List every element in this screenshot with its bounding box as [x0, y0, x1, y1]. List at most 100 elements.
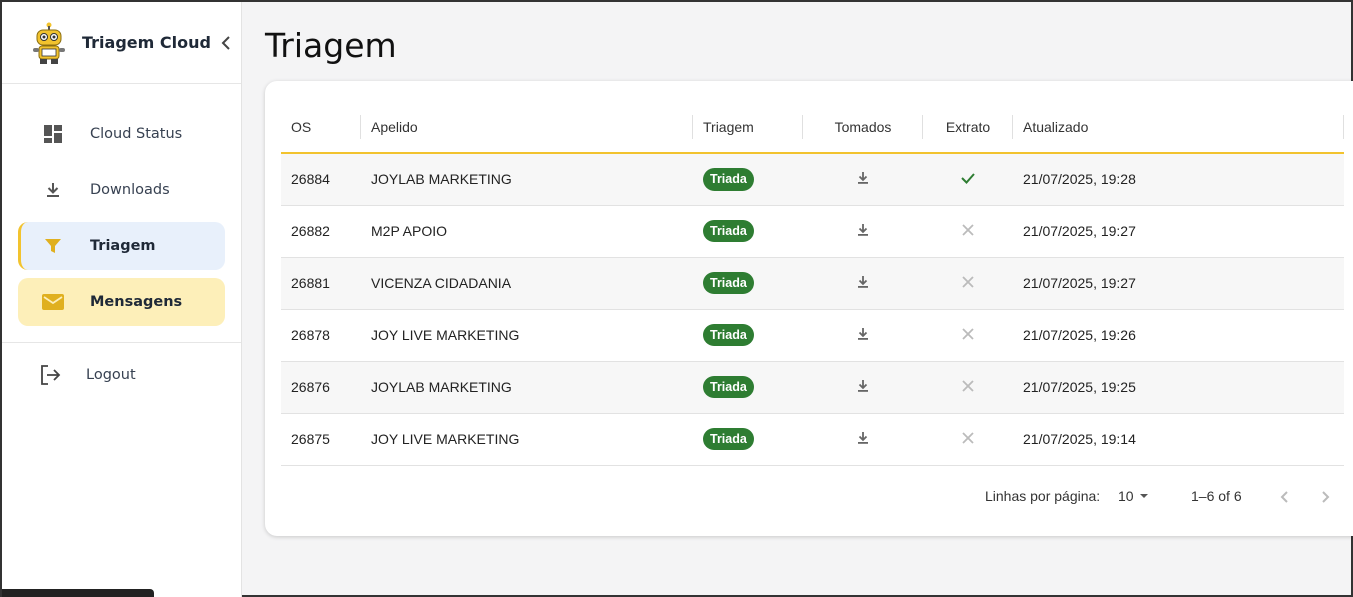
status-badge: Triada	[703, 323, 754, 347]
rows-per-page-select[interactable]: 10	[1118, 486, 1154, 506]
cell-extrato	[923, 413, 1013, 466]
cell-apelido: VICENZA CIDADANIA	[361, 257, 693, 310]
cell-apelido: JOYLAB MARKETING	[361, 153, 693, 206]
sidebar-item-label: Mensagens	[90, 294, 183, 310]
table-row[interactable]: 26876 JOYLAB MARKETING Triada 21/07/2025, 1…	[281, 361, 1344, 414]
dashboard-icon	[42, 123, 64, 145]
cell-tomados	[803, 257, 923, 310]
rows-per-page-label: Linhas por página:	[985, 488, 1101, 504]
pagination-range: 1–6 of 6	[1191, 488, 1242, 504]
column-header-atualizado[interactable]: Atualizado	[1013, 101, 1344, 153]
robot-logo-icon	[33, 22, 65, 64]
status-badge: Triada	[703, 168, 754, 191]
sidebar-divider	[2, 342, 241, 343]
cell-apelido: JOY LIVE MARKETING	[361, 413, 693, 466]
table-body: 26884 JOYLAB MARKETING Triada 21/07/2025, 1…	[281, 153, 1344, 466]
column-header-triagem[interactable]: Triagem	[693, 101, 803, 153]
triagem-table: OS Apelido Triagem Tomados Extrato Atual…	[281, 101, 1344, 466]
download-icon[interactable]	[856, 171, 870, 188]
cell-extrato	[923, 205, 1013, 258]
column-header-extrato[interactable]: Extrato	[923, 101, 1013, 153]
table-row[interactable]: 26882 M2P APOIO Triada 21/07/2025, 19:27	[281, 205, 1344, 258]
download-icon[interactable]	[856, 431, 870, 448]
status-badge: Triada	[703, 427, 754, 451]
status-bar-tooltip	[2, 589, 154, 597]
download-icon	[42, 179, 64, 201]
close-icon	[961, 327, 975, 344]
cell-os: 26882	[281, 205, 361, 258]
cell-tomados	[803, 153, 923, 206]
page-title: Triagem	[265, 26, 397, 65]
logout-icon	[41, 365, 61, 385]
table-pagination: Linhas por página: 10 1–6 of 6	[265, 483, 1353, 513]
logout-label: Logout	[86, 367, 136, 383]
download-icon[interactable]	[856, 379, 870, 396]
table-row[interactable]: 26875 JOY LIVE MARKETING Triada 21/07/2025,…	[281, 413, 1344, 466]
cell-triagem: Triada	[693, 413, 803, 466]
cell-triagem: Triada	[693, 205, 803, 258]
cell-os: 26875	[281, 413, 361, 466]
triagem-table-card: OS Apelido Triagem Tomados Extrato Atual…	[265, 81, 1353, 536]
filter-icon	[42, 235, 64, 257]
sidebar-item-label: Cloud Status	[90, 126, 183, 142]
sidebar-item-label: Triagem	[90, 238, 156, 254]
cell-atualizado: 21/07/2025, 19:27	[1013, 257, 1344, 310]
sidebar-item-downloads[interactable]: Downloads	[18, 166, 225, 214]
brand-header: Triagem Cloud	[2, 2, 241, 84]
sidebar-item-mensagens[interactable]: Mensagens	[18, 278, 225, 326]
cell-extrato	[923, 153, 1013, 206]
table-row[interactable]: 26884 JOYLAB MARKETING Triada 21/07/2025, 1…	[281, 153, 1344, 206]
status-badge: Triada	[703, 271, 754, 295]
table-header-row: OS Apelido Triagem Tomados Extrato Atual…	[281, 101, 1344, 153]
download-icon[interactable]	[856, 223, 870, 240]
column-header-apelido[interactable]: Apelido	[361, 101, 693, 153]
download-icon[interactable]	[856, 327, 870, 344]
sidebar-item-label: Downloads	[90, 182, 170, 198]
close-icon	[961, 223, 975, 240]
cell-os: 26876	[281, 361, 361, 414]
cell-os: 26884	[281, 153, 361, 206]
cell-triagem: Triada	[693, 309, 803, 362]
table-row[interactable]: 26878 JOY LIVE MARKETING Triada 21/07/2025,…	[281, 309, 1344, 362]
sidebar-item-cloud-status[interactable]: Cloud Status	[18, 110, 225, 158]
table-row[interactable]: 26881 VICENZA CIDADANIA Triada 21/07/2025, …	[281, 257, 1344, 310]
cell-os: 26878	[281, 309, 361, 362]
next-page-chevron-icon[interactable]	[1313, 485, 1337, 509]
previous-page-chevron-icon[interactable]	[1273, 485, 1297, 509]
rows-per-page-value: 10	[1118, 488, 1134, 504]
cell-tomados	[803, 361, 923, 414]
cell-triagem: Triada	[693, 257, 803, 310]
collapse-chevron-icon[interactable]	[217, 32, 237, 54]
cell-apelido: JOY LIVE MARKETING	[361, 309, 693, 362]
cell-extrato	[923, 257, 1013, 310]
cell-triagem: Triada	[693, 153, 803, 206]
cell-extrato	[923, 361, 1013, 414]
close-icon	[961, 379, 975, 396]
mail-icon	[42, 291, 64, 313]
logout-button[interactable]: Logout	[18, 355, 225, 395]
cell-apelido: JOYLAB MARKETING	[361, 361, 693, 414]
cell-atualizado: 21/07/2025, 19:27	[1013, 205, 1344, 258]
sidebar-item-triagem[interactable]: Triagem	[18, 222, 225, 270]
cell-atualizado: 21/07/2025, 19:28	[1013, 153, 1344, 206]
cell-tomados	[803, 205, 923, 258]
sidebar: Triagem Cloud Cloud Status Downloads Tri…	[2, 2, 242, 597]
cell-atualizado: 21/07/2025, 19:26	[1013, 309, 1344, 362]
column-header-os[interactable]: OS	[281, 101, 361, 153]
status-badge: Triada	[703, 375, 754, 399]
close-icon	[961, 431, 975, 448]
main-content: Triagem OS Apelido Triagem Tomados Extra…	[243, 2, 1353, 597]
caret-down-icon	[1139, 494, 1148, 498]
download-icon[interactable]	[856, 275, 870, 292]
cell-triagem: Triada	[693, 361, 803, 414]
cell-atualizado: 21/07/2025, 19:14	[1013, 413, 1344, 466]
cell-os: 26881	[281, 257, 361, 310]
cell-apelido: M2P APOIO	[361, 205, 693, 258]
app-title: Triagem Cloud	[82, 33, 211, 52]
cell-tomados	[803, 309, 923, 362]
cell-atualizado: 21/07/2025, 19:25	[1013, 361, 1344, 414]
status-badge: Triada	[703, 219, 754, 243]
cell-tomados	[803, 413, 923, 466]
column-header-tomados[interactable]: Tomados	[803, 101, 923, 153]
cell-extrato	[923, 309, 1013, 362]
